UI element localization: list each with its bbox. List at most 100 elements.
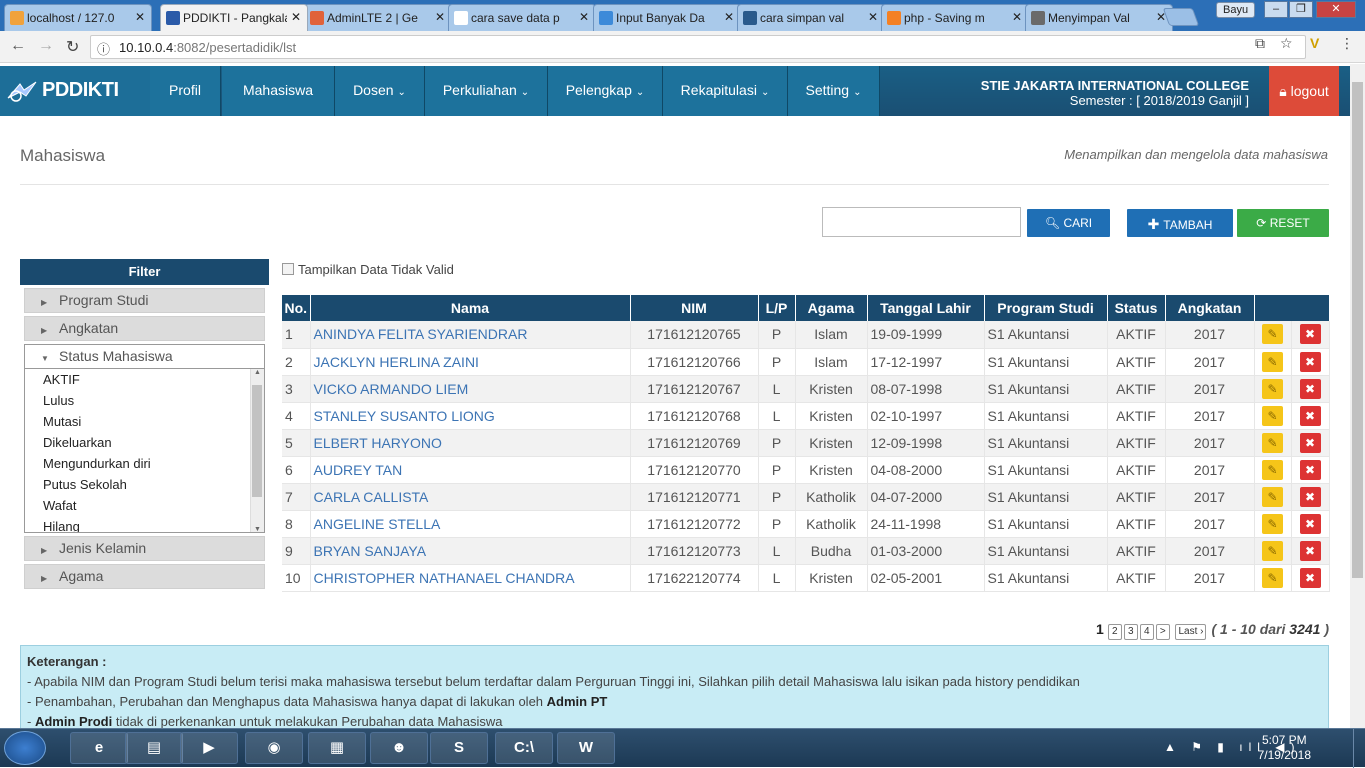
checkbox-icon[interactable] [282,263,294,275]
sublime-text-icon[interactable]: S [430,732,488,764]
status-option[interactable]: Mutasi [25,411,264,432]
student-name-link[interactable]: CARLA CALLISTA [314,489,429,505]
browser-tab[interactable]: Menyimpan Val ✕ [1025,4,1173,31]
brand-logo[interactable]: PDDIKTI [0,66,150,116]
delete-icon[interactable]: ✖ [1299,513,1321,534]
internet-explorer-icon[interactable]: e [70,732,128,764]
edit-icon[interactable]: ✎ [1262,351,1283,372]
browser-tab[interactable]: localhost / 127.0 ✕ [4,4,152,31]
browser-menu-icon[interactable]: ⋮ [1340,35,1354,52]
scroll-up-icon[interactable]: ▲ [251,369,264,376]
filter-group-angkatan[interactable]: ▶ Angkatan [24,316,265,341]
student-name-link[interactable]: ANINDYA FELITA SYARIENDRAR [314,326,528,342]
nav-item-mahasiswa[interactable]: Mahasiswa [222,66,335,116]
last-page-button[interactable]: Last › [1175,624,1207,640]
edit-icon[interactable]: ✎ [1262,567,1283,588]
browser-tab[interactable]: PDDIKTI - Pangkalan ✕ [160,4,308,31]
delete-icon[interactable]: ✖ [1299,486,1321,507]
github-icon[interactable]: ☻ [370,732,428,764]
browser-tab[interactable]: cara save data p ✕ [448,4,596,31]
student-name-link[interactable]: VICKO ARMANDO LIEM [314,381,469,397]
nav-item-dosen[interactable]: Dosen ⌄ [335,66,425,116]
student-name-link[interactable]: BRYAN SANJAYA [314,543,427,559]
tab-close-icon[interactable]: ✕ [724,10,734,24]
delete-icon[interactable]: ✖ [1299,540,1321,561]
edit-icon[interactable]: ✎ [1262,324,1283,345]
new-tab-button[interactable] [1162,8,1200,26]
tab-close-icon[interactable]: ✕ [868,10,878,24]
browser-tab[interactable]: Input Banyak Da ✕ [593,4,741,31]
edit-icon[interactable]: ✎ [1262,432,1283,453]
page-scrollbar-thumb[interactable] [1352,82,1363,578]
table-cell[interactable]: BRYAN SANJAYA [310,537,631,565]
edit-icon[interactable]: ✎ [1262,513,1283,534]
cari-button[interactable]: 🔍︎ CARI [1027,209,1110,237]
status-option[interactable]: Mengundurkan diri [25,453,264,474]
page-link[interactable]: 3 [1123,624,1138,640]
student-name-link[interactable]: ANGELINE STELLA [314,516,441,532]
edit-icon[interactable]: ✎ [1262,405,1283,426]
student-name-link[interactable]: AUDREY TAN [314,462,403,478]
minimize-button[interactable]: – [1264,1,1288,18]
list-scrollbar[interactable]: ▲ ▼ [250,369,264,532]
browser-tab[interactable]: AdminLTE 2 | Ge ✕ [304,4,452,31]
media-player-icon[interactable]: ▶ [180,732,238,764]
table-cell[interactable]: STANLEY SUSANTO LIONG [310,402,631,430]
status-option[interactable]: Dikeluarkan [25,432,264,453]
file-explorer-icon[interactable]: ▤ [125,732,183,764]
nav-item-rekapitulasi[interactable]: Rekapitulasi ⌄ [663,66,788,116]
table-cell[interactable]: AUDREY TAN [310,456,631,484]
edit-icon[interactable]: ✎ [1262,540,1283,561]
filter-group-jenis-kelamin[interactable]: ▶ Jenis Kelamin [24,536,265,561]
command-prompt-icon[interactable]: C:\ [495,732,553,764]
logout-button[interactable]: 🔒︎ logout [1269,66,1339,116]
browser-tab[interactable]: php - Saving m ✕ [881,4,1029,31]
clock[interactable]: 5:07 PM 7/19/2018 [1258,733,1311,763]
edit-icon[interactable]: ✎ [1262,459,1283,480]
page-link[interactable]: 4 [1139,624,1154,640]
table-cell[interactable]: ANINDYA FELITA SYARIENDRAR [310,321,631,349]
student-name-link[interactable]: JACKLYN HERLINA ZAINI [314,354,479,370]
start-button[interactable] [4,731,46,765]
filter-group-agama[interactable]: ▶ Agama [24,564,265,589]
next-page-button[interactable]: > [1155,624,1170,640]
word-icon[interactable]: W [557,732,615,764]
nav-item-setting[interactable]: Setting ⌄ [788,66,880,116]
address-bar[interactable]: ⓘ 10.10.0.4:8082/pesertadidik/lst [90,35,1306,59]
search-input[interactable] [822,207,1021,237]
bookmark-star-icon[interactable]: ☆ [1280,35,1293,52]
status-list[interactable]: AKTIF Lulus Mutasi Dikeluarkan Mengundurkan … [24,369,265,533]
status-option[interactable]: Lulus [25,390,264,411]
extension-icon[interactable]: V [1310,35,1319,51]
table-cell[interactable]: CARLA CALLISTA [310,483,631,511]
status-option[interactable]: Wafat [25,495,264,516]
browser-tab[interactable]: cara simpan val ✕ [737,4,885,31]
tambah-button[interactable]: ✚ TAMBAH [1127,209,1233,237]
show-desktop-button[interactable] [1353,729,1365,768]
scrollbar-thumb[interactable] [252,385,262,497]
close-window-button[interactable]: ✕ [1316,1,1356,18]
delete-icon[interactable]: ✖ [1299,324,1321,345]
table-cell[interactable]: ELBERT HARYONO [310,429,631,457]
reload-icon[interactable]: ↻ [66,37,79,57]
table-cell[interactable]: CHRISTOPHER NATHANAEL CHANDRA [310,564,631,592]
scroll-down-icon[interactable]: ▼ [251,526,264,532]
sticky-notes-icon[interactable]: ▦ [308,732,366,764]
edit-icon[interactable]: ✎ [1262,486,1283,507]
nav-item-pelengkap[interactable]: Pelengkap ⌄ [548,66,663,116]
student-name-link[interactable]: ELBERT HARYONO [314,435,442,451]
status-option[interactable]: Hilang [25,516,264,532]
tab-close-icon[interactable]: ✕ [135,10,145,24]
browser-profile-chip[interactable]: Bayu [1216,2,1256,18]
chrome-icon[interactable]: ◉ [245,732,303,764]
nav-item-perkuliahan[interactable]: Perkuliahan ⌄ [425,66,548,116]
reset-button[interactable]: ⟳ RESET [1237,209,1329,237]
show-invalid-checkbox[interactable]: Tampilkan Data Tidak Valid [282,262,454,277]
nav-item-profil[interactable]: Profil [150,66,221,116]
status-option[interactable]: AKTIF [25,369,264,390]
delete-icon[interactable]: ✖ [1299,405,1321,426]
delete-icon[interactable]: ✖ [1299,459,1321,480]
status-option[interactable]: Putus Sekolah [25,474,264,495]
delete-icon[interactable]: ✖ [1299,378,1321,399]
table-cell[interactable]: VICKO ARMANDO LIEM [310,375,631,403]
